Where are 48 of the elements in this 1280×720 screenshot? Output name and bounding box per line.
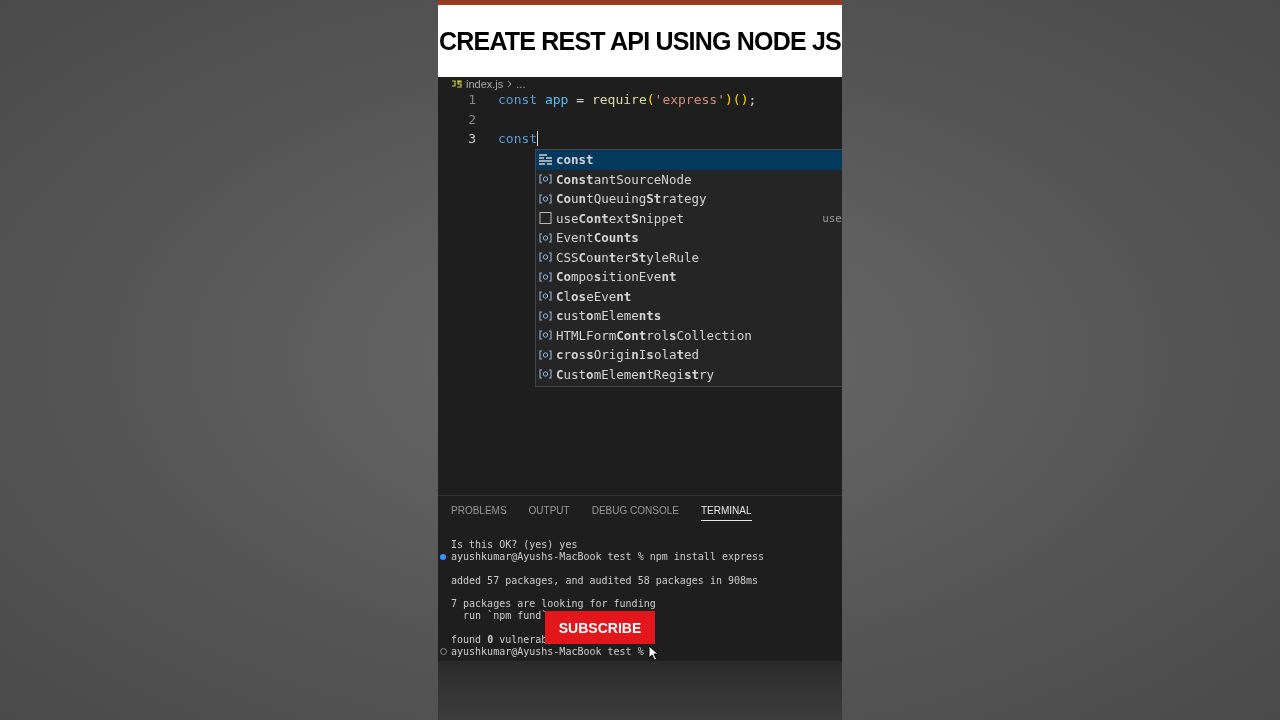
suggestion-item[interactable]: EventCounts bbox=[536, 228, 842, 248]
suggestion-detail: use bbox=[822, 211, 842, 225]
suggestion-item[interactable]: customElements bbox=[536, 306, 842, 326]
line-number: 3 bbox=[467, 131, 477, 147]
suggestion-item[interactable]: CloseEvent bbox=[536, 286, 842, 306]
terminal-line: Is this OK? (yes) yes bbox=[451, 539, 578, 551]
success-dot-icon bbox=[440, 553, 446, 560]
suggestion-item[interactable]: const bbox=[536, 150, 842, 170]
panel-tab[interactable]: TERMINAL bbox=[700, 505, 752, 521]
panel-tab[interactable]: PROBLEMS bbox=[451, 505, 507, 521]
suggestion-item[interactable]: CSSCounterStyleRule bbox=[536, 247, 842, 267]
suggestion-item[interactable]: HTMLFormControlsCollection bbox=[536, 325, 842, 345]
line-number: 2 bbox=[467, 111, 477, 127]
video-title: CREATE REST API USING NODE JS bbox=[439, 26, 841, 56]
javascript-file-icon bbox=[451, 79, 462, 88]
variable-icon bbox=[539, 271, 552, 282]
mouse-pointer-icon bbox=[648, 645, 659, 661]
panel-tab[interactable]: DEBUG CONSOLE bbox=[591, 505, 679, 521]
variable-icon bbox=[539, 310, 552, 321]
variable-icon bbox=[539, 330, 552, 341]
terminal-line: ayushkumar@Ayushs-MacBook test % bbox=[451, 645, 644, 657]
terminal-line: 7 packages are looking for funding bbox=[451, 598, 656, 610]
variable-icon bbox=[539, 291, 552, 302]
terminal-line: ayushkumar@Ayushs-MacBook test % npm install express bbox=[451, 551, 765, 563]
variable-icon bbox=[539, 232, 552, 243]
terminal-line: run `npm fund` bbox=[462, 610, 548, 622]
panel-tab[interactable]: OUTPUT bbox=[528, 505, 570, 521]
variable-icon bbox=[539, 369, 552, 380]
variable-icon bbox=[539, 174, 552, 185]
breadcrumb-more[interactable]: ... bbox=[516, 77, 526, 90]
variable-icon bbox=[539, 193, 552, 204]
suggestion-item[interactable]: CountQueuingStrategy bbox=[536, 189, 842, 209]
square-icon bbox=[539, 212, 552, 225]
suggestion-item[interactable]: CustomElementRegistry bbox=[536, 364, 842, 384]
suggestion-item[interactable]: ConstantSourceNode bbox=[536, 169, 842, 189]
terminal-line: added 57 packages, and audited 58 packages in 908ms bbox=[451, 574, 759, 586]
suggestion-item[interactable]: CompositionEvent bbox=[536, 267, 842, 287]
suggestion-item[interactable]: crossOriginIsolated bbox=[536, 345, 842, 365]
subscribe-button[interactable]: SUBSCRIBE bbox=[545, 611, 655, 644]
variable-icon bbox=[539, 252, 552, 263]
keyword-icon bbox=[539, 154, 552, 166]
line-number: 1 bbox=[467, 92, 477, 108]
suggestion-item[interactable]: useContextSnippet use bbox=[536, 208, 842, 228]
chevron-icon bbox=[507, 79, 513, 88]
code-line: const app = require('express')(); bbox=[498, 92, 757, 108]
code-line: const bbox=[498, 131, 539, 147]
variable-icon bbox=[539, 349, 552, 360]
breadcrumb-file[interactable]: index.js bbox=[466, 77, 504, 90]
